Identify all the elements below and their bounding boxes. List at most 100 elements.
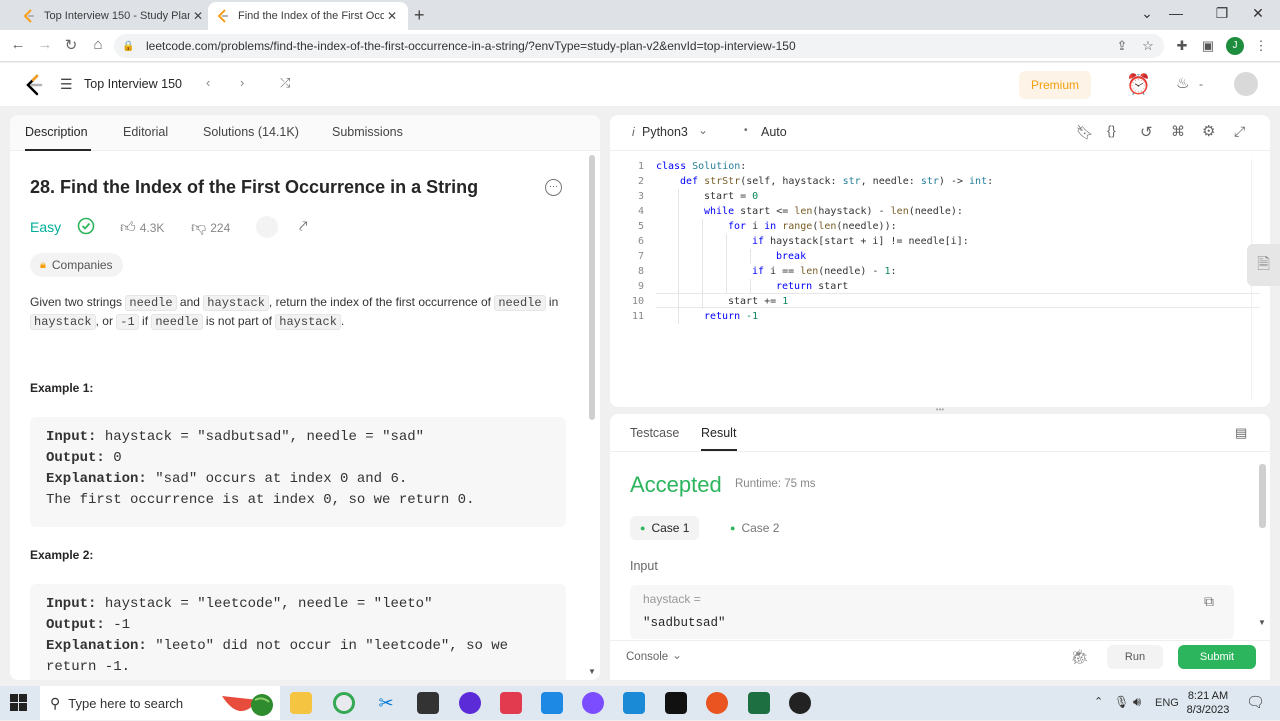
tab-result[interactable]: Result [701, 426, 736, 440]
like-button[interactable]: 👍︎ 4.3K [120, 219, 164, 237]
language-select[interactable]: Python3 [642, 125, 688, 139]
debug-bug-icon[interactable]: 🐞︎ [1070, 648, 1089, 666]
code-line[interactable]: 3 start = 0 [610, 189, 1270, 204]
scroll-down-arrow-icon[interactable]: ▼ [1258, 618, 1266, 627]
submit-button[interactable]: Submit [1178, 645, 1256, 669]
code-line[interactable]: 5 for i in range(len(needle)): [610, 219, 1270, 234]
sidepanel-icon[interactable]: ▣ [1199, 38, 1217, 54]
ubuntu-icon[interactable] [706, 692, 728, 714]
auto-mode-label[interactable]: Auto [761, 125, 787, 139]
browser-tab-study-plan[interactable]: Top Interview 150 - Study Plan - ✕ [14, 2, 214, 30]
reload-icon[interactable]: ↻ [61, 36, 81, 54]
windows-start-icon[interactable] [10, 694, 27, 714]
leetcode-logo-icon[interactable] [24, 74, 44, 99]
bookmark-icon[interactable]: 🔖︎ [1076, 124, 1094, 141]
code-line[interactable]: 4 while start <= len(haystack) - len(need… [610, 204, 1270, 219]
taskbar-clock[interactable]: 8:21 AM 8/3/2023 [1182, 689, 1234, 717]
snipping-tool-icon[interactable]: ✂ [375, 692, 397, 714]
format-braces-icon[interactable]: {} [1107, 123, 1116, 138]
code-line[interactable]: 6 if haystack[start + i] != needle[i]: [610, 234, 1270, 249]
close-window-icon[interactable]: ✕ [1248, 5, 1268, 22]
close-tab-icon[interactable]: ✕ [190, 9, 206, 23]
notification-icon[interactable]: 🗨︎ [1246, 693, 1265, 711]
browser-tab-problem[interactable]: Find the Index of the First Occurr ✕ [208, 2, 408, 30]
minimize-icon[interactable]: — [1166, 5, 1186, 21]
shortcut-icon[interactable]: ⌘ [1171, 123, 1185, 140]
tab-solutions[interactable]: Solutions (14.1K) [203, 125, 299, 139]
notepad-icon[interactable] [417, 692, 439, 714]
bookmark-star-icon[interactable]: ☆ [1139, 38, 1157, 54]
tab-search-chevron-icon[interactable]: ⌄ [1137, 5, 1157, 22]
app-purple-icon[interactable] [459, 692, 481, 714]
address-bar[interactable]: 🔒 leetcode.com/problems/find-the-index-o… [114, 34, 1164, 58]
reset-icon[interactable]: ↺ [1140, 123, 1153, 141]
timer-icon[interactable]: ⏰ [1126, 72, 1151, 97]
microphone-icon[interactable]: 🎙︎ [1114, 695, 1129, 709]
code-line[interactable]: 7 break [610, 249, 1270, 264]
chevron-down-icon[interactable]: ⌄ [698, 123, 708, 137]
case-2-tab[interactable]: ● Case 2 [720, 516, 789, 540]
app-blue-icon[interactable] [541, 692, 563, 714]
code-line[interactable]: 9 return start [610, 279, 1270, 294]
lock-icon: 🔒︎ [40, 258, 46, 271]
vscode-icon[interactable] [623, 692, 645, 714]
result-scrollbar-thumb[interactable] [1259, 464, 1266, 528]
code-area[interactable]: 1 class Solution: 2 def strStr(self, haysta… [610, 159, 1270, 399]
language-indicator[interactable]: ENG [1155, 697, 1179, 709]
new-tab-icon[interactable]: + [414, 5, 425, 26]
tab-editorial[interactable]: Editorial [123, 125, 168, 139]
user-avatar[interactable] [1234, 72, 1258, 96]
tab-description[interactable]: Description [25, 125, 88, 139]
more-options-icon[interactable]: ··· [545, 179, 562, 196]
forward-icon[interactable]: → [35, 36, 55, 53]
app-red-icon[interactable] [500, 692, 522, 714]
excel-icon[interactable] [748, 692, 770, 714]
code-line[interactable]: 11 return -1 [610, 309, 1270, 324]
messenger-icon[interactable] [582, 692, 604, 714]
tray-chevron-up-icon[interactable]: ⌃ [1094, 695, 1103, 708]
code-line[interactable]: 1 class Solution: [610, 159, 1270, 174]
profile-avatar[interactable]: J [1226, 37, 1244, 55]
back-icon[interactable]: ← [8, 36, 28, 53]
home-icon[interactable]: ⌂ [88, 36, 108, 53]
resize-handle[interactable]: ••• [930, 405, 950, 414]
description-scrollbar[interactable] [588, 155, 596, 665]
volume-icon[interactable]: 🔊︎ [1133, 694, 1141, 710]
maximize-icon[interactable]: ❐ [1212, 5, 1232, 22]
settings-gear-icon[interactable]: ⚙ [1202, 122, 1215, 140]
star-button[interactable] [256, 216, 278, 238]
chevron-down-icon[interactable]: ⌄ [672, 648, 682, 662]
taskbar-search[interactable]: ⚲ Type here to search [40, 686, 280, 720]
companies-tag[interactable]: 🔒︎ Companies [30, 253, 123, 277]
close-tab-icon[interactable]: ✕ [384, 9, 400, 23]
tab-testcase[interactable]: Testcase [630, 426, 679, 440]
chrome-icon[interactable] [333, 692, 355, 714]
share-icon[interactable]: ⤤ [299, 218, 307, 235]
share-icon[interactable]: ⇪ [1113, 38, 1131, 54]
shuffle-icon[interactable]: ⤮ [280, 75, 290, 91]
study-plan-title[interactable]: Top Interview 150 [84, 77, 182, 91]
code-line[interactable]: 8 if i == len(needle) - 1: [610, 264, 1270, 279]
streak-flame-icon[interactable]: ♨ [1176, 74, 1189, 92]
list-icon[interactable]: ☰ [60, 76, 73, 93]
layout-toggle-icon[interactable]: ▤ [1235, 425, 1247, 441]
obs-icon[interactable] [789, 692, 811, 714]
code-line[interactable]: 2 def strStr(self, haystack: str, needle:… [610, 174, 1270, 189]
fullscreen-icon[interactable]: ⤢ [1234, 123, 1245, 140]
run-button[interactable]: Run [1107, 645, 1163, 669]
notes-side-icon[interactable]: 🗎 [1247, 244, 1280, 286]
console-toggle[interactable]: Console [626, 651, 668, 663]
file-explorer-icon[interactable] [290, 692, 312, 714]
premium-button[interactable]: Premium [1019, 71, 1091, 99]
extensions-icon[interactable]: ✚ [1173, 38, 1191, 54]
scrollbar-thumb[interactable] [589, 155, 595, 420]
menu-kebab-icon[interactable]: ⋮ [1252, 38, 1270, 54]
copy-icon[interactable]: ⧉ [1204, 593, 1214, 610]
pycharm-icon[interactable] [665, 692, 687, 714]
tab-submissions[interactable]: Submissions [332, 125, 403, 139]
next-problem-icon[interactable]: › [240, 75, 244, 90]
case-1-tab[interactable]: ● Case 1 [630, 516, 700, 540]
scroll-down-arrow-icon[interactable]: ▼ [588, 667, 596, 676]
dislike-button[interactable]: 👎︎ 224 [191, 219, 230, 237]
prev-problem-icon[interactable]: ‹ [206, 75, 210, 90]
